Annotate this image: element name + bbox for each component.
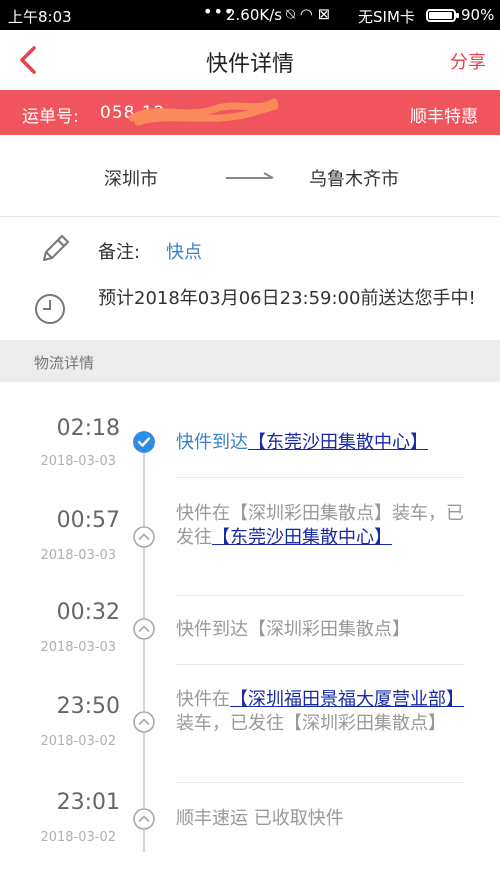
clock-icon bbox=[35, 294, 65, 324]
event-text: 顺丰速运 已收取快件 bbox=[176, 808, 344, 829]
chevron-up-circle-icon bbox=[133, 618, 155, 640]
chevron-up-circle-icon bbox=[133, 526, 155, 548]
event-text: 快件到达 bbox=[176, 432, 248, 453]
event-divider bbox=[176, 664, 464, 665]
route-section: 深圳市 乌鲁木齐市 bbox=[0, 135, 500, 217]
note-value: 快点 bbox=[166, 242, 202, 263]
eta-text: 预计2018年03月06日23:59:00前送达您手中! bbox=[98, 288, 476, 309]
event-location-link[interactable]: 【东莞沙田集散中心】 bbox=[212, 527, 392, 548]
event-date: 2018-03-03 bbox=[40, 454, 116, 469]
event-date: 2018-03-02 bbox=[40, 830, 116, 845]
timeline-event: 00:32 2018-03-03 快件到达【深圳彩田集散点】 bbox=[0, 596, 500, 666]
timeline-event: 02:18 2018-03-03 快件到达【东莞沙田集散中心】 bbox=[0, 410, 500, 490]
nav-bar: 快件详情 分享 bbox=[0, 30, 500, 90]
carrier-label: 无SIM卡 bbox=[358, 8, 415, 26]
timeline-event: 23:50 2018-03-02 快件在【深圳福田景福大厦营业部】装车，已发往【… bbox=[0, 676, 500, 783]
event-description: 顺丰速运 已收取快件 bbox=[176, 807, 468, 831]
event-description: 快件在【深圳福田景福大厦营业部】装车，已发往【深圳彩田集散点】 bbox=[176, 688, 468, 736]
event-time: 23:01 bbox=[56, 790, 120, 815]
battery-icon bbox=[426, 9, 459, 22]
logistics-section-header: 物流详情 bbox=[0, 340, 500, 382]
event-description: 快件在【深圳彩田集散点】装车，已发往【东莞沙田集散中心】 bbox=[176, 502, 468, 550]
event-time: 00:32 bbox=[56, 600, 120, 625]
event-time: 00:57 bbox=[56, 508, 120, 533]
event-description: 快件到达【东莞沙田集散中心】 bbox=[176, 431, 468, 455]
timeline-event: 00:57 2018-03-03 快件在【深圳彩田集散点】装车，已发往【东莞沙田… bbox=[0, 490, 500, 596]
event-description: 快件到达【深圳彩田集散点】 bbox=[176, 618, 468, 642]
origin-city: 深圳市 bbox=[104, 169, 158, 190]
event-location-link[interactable]: 【深圳福田景福大厦营业部】 bbox=[230, 689, 464, 710]
share-button[interactable]: 分享 bbox=[450, 48, 486, 74]
status-bar: 上午8:03 ••• 2.60K/s ⍉ ◠ ⊠ 无SIM卡 90% bbox=[0, 0, 500, 30]
event-text: 快件在 bbox=[176, 689, 230, 710]
network-speed: 2.60K/s bbox=[226, 6, 283, 24]
check-circle-icon bbox=[133, 431, 155, 453]
status-icons: ⍉ ◠ ⊠ bbox=[286, 5, 331, 23]
chevron-up-circle-icon bbox=[133, 808, 155, 830]
waybill-label: 运单号: bbox=[22, 107, 79, 127]
page-title: 快件详情 bbox=[205, 52, 294, 77]
event-location-link[interactable]: 【东莞沙田集散中心】 bbox=[248, 432, 428, 453]
battery-percent: 90% bbox=[461, 6, 495, 24]
redaction-scribble bbox=[128, 98, 278, 126]
route-arrow-icon bbox=[226, 172, 274, 179]
section-title: 物流详情 bbox=[34, 354, 95, 372]
destination-city: 乌鲁木齐市 bbox=[309, 169, 399, 190]
event-text: 快件到达【深圳彩田集散点】 bbox=[176, 619, 410, 640]
event-time: 02:18 bbox=[56, 416, 120, 441]
event-date: 2018-03-02 bbox=[40, 734, 116, 749]
chevron-up-circle-icon bbox=[133, 711, 155, 733]
eta-row: 预计2018年03月06日23:59:00前送达您手中! bbox=[0, 280, 500, 340]
waybill-banner: 运单号: 058 12 顺丰特惠 bbox=[0, 90, 500, 135]
service-type: 顺丰特惠 bbox=[410, 107, 478, 127]
event-divider bbox=[176, 477, 464, 478]
logistics-timeline: 02:18 2018-03-03 快件到达【东莞沙田集散中心】 00:57 20… bbox=[0, 382, 500, 889]
status-time: 上午8:03 bbox=[8, 8, 72, 26]
note-label: 备注: bbox=[98, 242, 141, 263]
event-date: 2018-03-03 bbox=[40, 640, 116, 655]
note-row: 备注: 快点 bbox=[0, 218, 500, 278]
event-time: 23:50 bbox=[56, 694, 120, 719]
pencil-icon bbox=[43, 235, 69, 261]
timeline-event: 23:01 2018-03-02 顺丰速运 已收取快件 bbox=[0, 782, 500, 862]
event-text-suffix: 装车，已发往【深圳彩田集散点】 bbox=[176, 713, 446, 734]
event-date: 2018-03-03 bbox=[40, 548, 116, 563]
